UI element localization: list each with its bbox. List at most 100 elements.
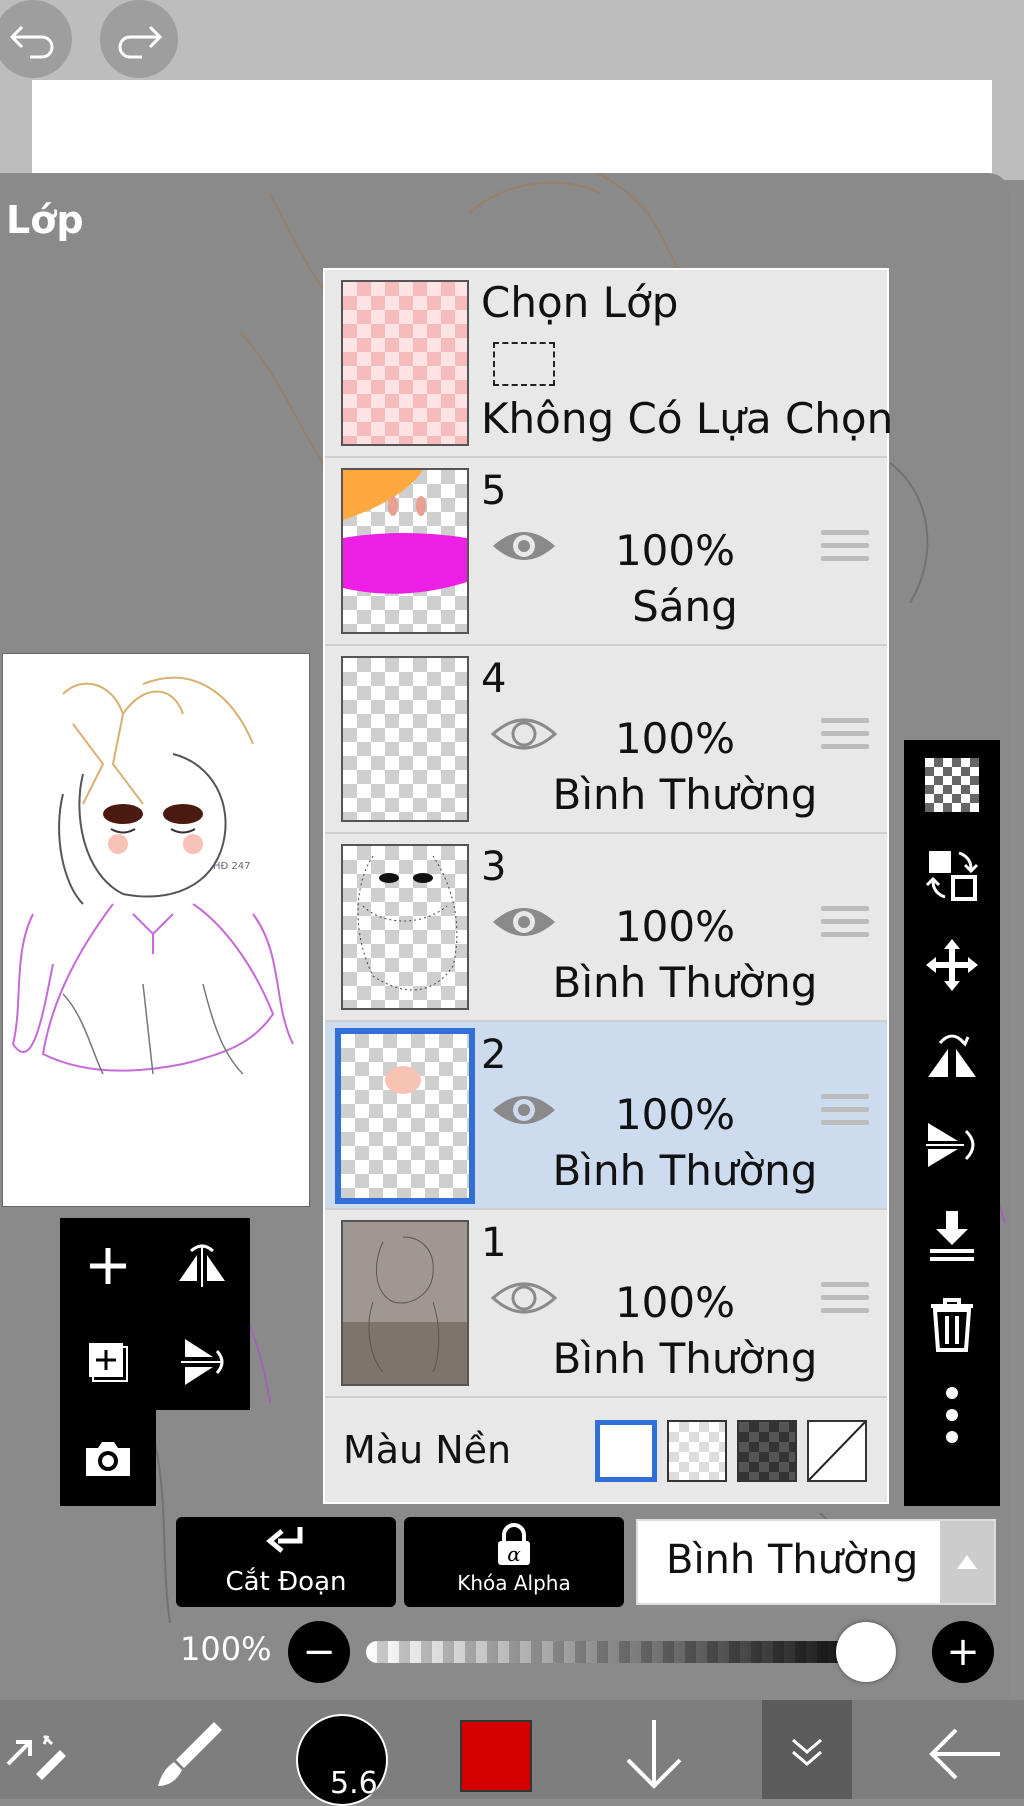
layer-number: 4 — [481, 656, 507, 702]
background-light-checker-swatch[interactable] — [667, 1420, 727, 1482]
lock-alpha-icon: α — [498, 1523, 530, 1566]
preview-drawing: HĐ 247 — [11, 676, 294, 1075]
layer-number: 3 — [481, 844, 507, 890]
flip-horizontal-tool[interactable] — [904, 1010, 1000, 1100]
transform-tool-icon — [6, 1734, 66, 1780]
layer-list: Chọn Lớp Không Có Lựa Chọn 5 100% Sáng 4… — [323, 268, 893, 1504]
layer-number: 1 — [481, 1220, 507, 1266]
selection-marquee-icon — [493, 342, 555, 386]
background-color-row: Màu Nền — [325, 1402, 887, 1502]
visibility-toggle[interactable] — [489, 900, 559, 944]
transparency-tool[interactable] — [904, 740, 1000, 830]
opacity-decrease-button[interactable]: − — [288, 1621, 350, 1683]
drag-handle-icon[interactable] — [821, 530, 869, 570]
selection-tool-button[interactable] — [0, 1714, 72, 1794]
layer-blend-mode: Bình Thường — [552, 1334, 818, 1383]
delete-layer-tool[interactable] — [904, 1280, 1000, 1370]
selection-status: Không Có Lựa Chọn — [481, 394, 894, 443]
layer-blend-mode: Bình Thường — [552, 770, 818, 819]
back-button[interactable] — [920, 1714, 1010, 1794]
alpha-lock-button[interactable]: α Khóa Alpha — [404, 1517, 624, 1607]
opacity-slider[interactable] — [366, 1641, 896, 1663]
eye-visible-icon — [493, 532, 555, 560]
canvas-area[interactable] — [32, 80, 992, 180]
brush-size-button[interactable]: 5.6 — [296, 1714, 388, 1806]
flip-horizontal-layer-button[interactable] — [154, 1218, 250, 1314]
svg-text:α: α — [507, 1542, 521, 1566]
brush-tool-button[interactable] — [150, 1714, 230, 1794]
visibility-toggle[interactable] — [489, 524, 559, 568]
layer-down-button[interactable] — [614, 1714, 694, 1794]
checkerboard-icon — [925, 758, 979, 812]
drag-handle-icon[interactable] — [821, 1094, 869, 1134]
more-options-tool[interactable] — [904, 1370, 1000, 1460]
layer-thumbnail — [341, 656, 469, 822]
merge-down-tool[interactable] — [904, 1190, 1000, 1280]
layer-row-5[interactable]: 5 100% Sáng — [325, 458, 887, 646]
layer-opacity: 100% — [614, 902, 736, 951]
redo-icon — [118, 25, 163, 59]
layer-opacity: 100% — [614, 1278, 736, 1327]
visibility-toggle[interactable] — [489, 712, 559, 756]
background-white-swatch[interactable] — [595, 1420, 657, 1482]
visibility-toggle[interactable] — [489, 1276, 559, 1320]
opacity-slider-thumb[interactable] — [836, 1622, 896, 1682]
blend-mode-dropdown-arrow[interactable] — [940, 1521, 994, 1603]
layer-thumbnail — [341, 844, 469, 1010]
trash-icon — [931, 1298, 973, 1352]
layer-opacity: 100% — [614, 1090, 736, 1139]
minus-icon: − — [302, 1629, 336, 1675]
redo-button[interactable] — [100, 0, 178, 78]
blend-mode-select[interactable]: Bình Thường — [636, 1519, 996, 1605]
current-color-swatch[interactable] — [460, 1720, 532, 1792]
layer-thumbnail — [341, 468, 469, 634]
drag-handle-icon[interactable] — [821, 906, 869, 946]
plus-icon: + — [946, 1629, 980, 1675]
flip-vertical-icon — [926, 1123, 975, 1167]
background-dark-checker-swatch[interactable] — [737, 1420, 797, 1482]
selection-layer-row[interactable]: Chọn Lớp Không Có Lựa Chọn — [325, 270, 893, 458]
layer-number: 5 — [481, 468, 507, 514]
layer-thumbnail — [335, 1028, 475, 1204]
eye-hidden-icon — [490, 1282, 558, 1314]
layer-number: 2 — [481, 1032, 507, 1078]
layer-opacity: 100% — [614, 526, 736, 575]
layer-row-2[interactable]: 2 100% Bình Thường — [325, 1022, 887, 1210]
undo-icon — [9, 25, 54, 59]
right-toolbar — [904, 740, 1000, 1506]
swap-layer-tool[interactable] — [904, 830, 1000, 920]
panel-title: Lớp — [6, 198, 84, 242]
layer-blend-mode: Sáng — [632, 582, 738, 631]
arrow-down-icon — [626, 1720, 682, 1789]
layer-thumbnail — [341, 1220, 469, 1386]
layer-row-1[interactable]: 1 100% Bình Thường — [325, 1210, 887, 1398]
import-photo-button[interactable] — [60, 1410, 156, 1506]
canvas-preview[interactable]: HĐ 247 — [2, 653, 310, 1207]
background-none-swatch[interactable] — [807, 1420, 867, 1482]
opacity-value: 100% — [180, 1630, 272, 1668]
brush-icon — [158, 1722, 222, 1786]
add-copy-icon — [89, 1343, 128, 1382]
clipping-button[interactable]: Cắt Đoạn — [176, 1517, 396, 1607]
drag-handle-icon[interactable] — [821, 1282, 869, 1322]
drag-handle-icon[interactable] — [821, 718, 869, 758]
triangle-up-icon — [957, 1555, 977, 1569]
move-arrows-icon — [926, 939, 978, 991]
plus-icon — [90, 1248, 126, 1284]
camera-icon — [86, 1442, 130, 1476]
collapse-panel-button[interactable] — [762, 1700, 852, 1799]
clipping-label: Cắt Đoạn — [225, 1567, 347, 1597]
move-tool[interactable] — [904, 920, 1000, 1010]
layer-row-3[interactable]: 3 100% Bình Thường — [325, 834, 887, 1022]
visibility-toggle[interactable] — [489, 1088, 559, 1132]
swap-icon — [925, 851, 979, 901]
layer-blend-mode: Bình Thường — [552, 1146, 818, 1195]
selection-layer-title: Chọn Lớp — [481, 278, 679, 327]
add-layer-button[interactable] — [60, 1218, 156, 1314]
canvas-right-strip — [992, 80, 1024, 180]
flip-vertical-layer-button[interactable] — [154, 1314, 250, 1410]
flip-vertical-tool[interactable] — [904, 1100, 1000, 1190]
opacity-increase-button[interactable]: + — [932, 1621, 994, 1683]
layer-row-4[interactable]: 4 100% Bình Thường — [325, 646, 887, 834]
add-folder-layer-button[interactable] — [60, 1314, 156, 1410]
